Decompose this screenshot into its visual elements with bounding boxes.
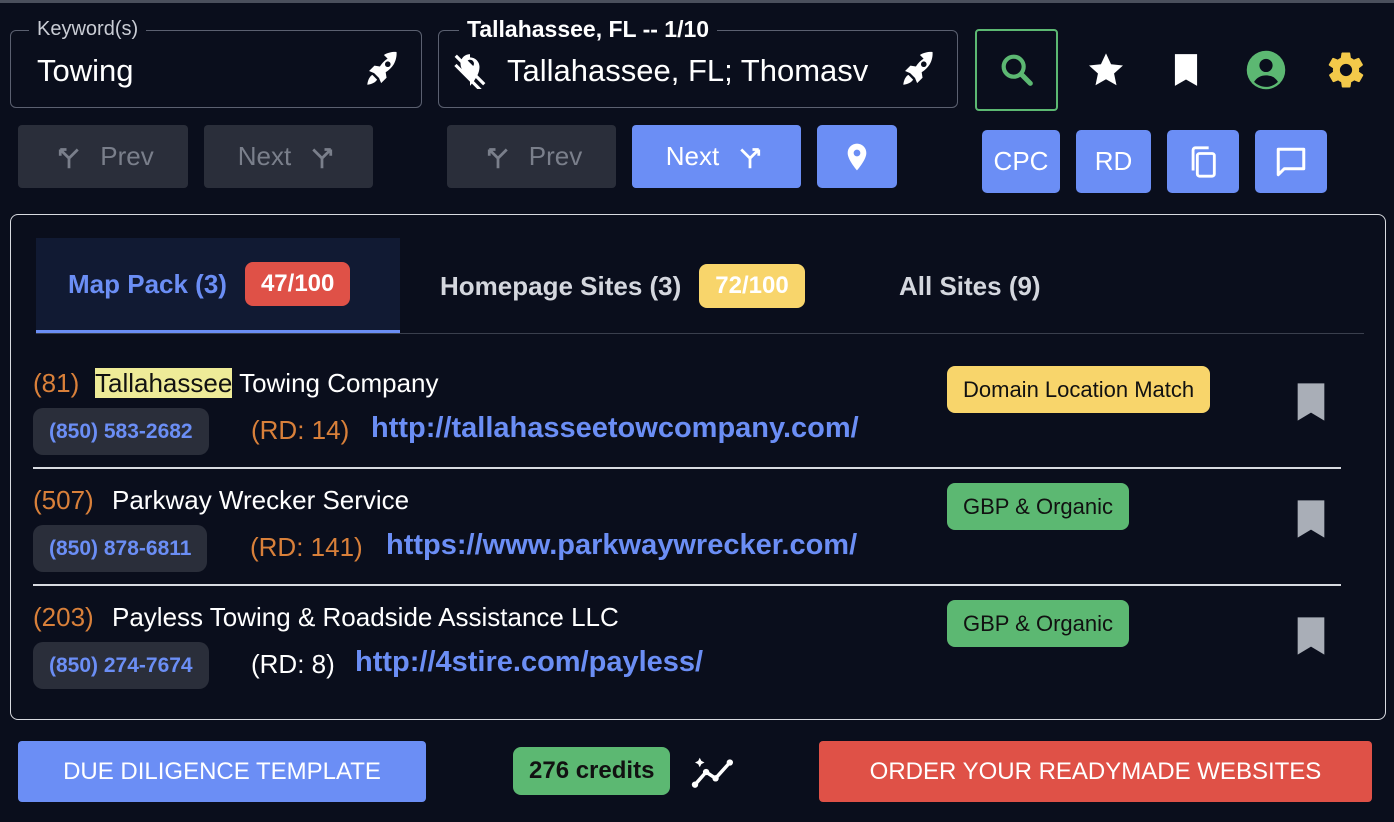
list-item: (507) Parkway Wrecker Service (850) 878-… bbox=[33, 469, 1363, 586]
order-websites-button[interactable]: ORDER YOUR READYMADE WEBSITES bbox=[819, 741, 1372, 802]
fork-right-icon bbox=[312, 147, 333, 168]
name-highlight: Tallahassee bbox=[95, 368, 233, 398]
fork-left-icon bbox=[59, 147, 79, 168]
fork-left-icon bbox=[487, 147, 508, 168]
map-pack-score-badge: 47/100 bbox=[244, 262, 351, 306]
bookmark-icon[interactable] bbox=[1295, 382, 1327, 422]
match-type-badge: GBP & Organic bbox=[947, 600, 1129, 647]
result-url-link[interactable]: https://www.parkwaywrecker.com/ bbox=[386, 529, 857, 562]
settings-button[interactable] bbox=[1322, 46, 1370, 94]
name-rest: Parkway Wrecker Service bbox=[112, 485, 410, 515]
name-rest: Towing Company bbox=[232, 368, 439, 398]
tab-all-sites[interactable]: All Sites (9) bbox=[899, 238, 1041, 334]
rd-value: (RD: 141) bbox=[250, 532, 363, 562]
copy-icon bbox=[1191, 145, 1216, 178]
match-type-badge: Domain Location Match bbox=[947, 366, 1211, 413]
rocket-icon[interactable] bbox=[361, 49, 403, 91]
comment-icon bbox=[1276, 147, 1306, 176]
cpc-button[interactable]: CPC bbox=[982, 130, 1060, 193]
bookmark-icon[interactable] bbox=[1295, 616, 1327, 656]
result-name[interactable]: Tallahassee Towing Company bbox=[95, 368, 439, 399]
list-item: (81) Tallahassee Towing Company (850) 58… bbox=[33, 352, 1363, 469]
keyword-next-label: Next bbox=[237, 141, 292, 171]
phone-badge[interactable]: (850) 878-6811 bbox=[33, 525, 208, 572]
location-next-label: Next bbox=[665, 141, 720, 171]
phone-badge[interactable]: (850) 274-7674 bbox=[33, 642, 209, 689]
name-rest: Payless Towing & Roadside Assistance LLC bbox=[112, 602, 619, 632]
bookmark-icon bbox=[1174, 54, 1198, 86]
match-type-badge: GBP & Organic bbox=[947, 483, 1129, 530]
due-diligence-template-button[interactable]: DUE DILIGENCE TEMPLATE bbox=[18, 741, 426, 802]
rd-button[interactable]: RD bbox=[1076, 130, 1151, 193]
result-url-link[interactable]: http://tallahasseetowcompany.com/ bbox=[371, 412, 859, 445]
keyword-input[interactable]: Towing bbox=[37, 53, 134, 89]
tab-homepage-sites-label: Homepage Sites (3) bbox=[440, 270, 682, 301]
account-button[interactable] bbox=[1242, 46, 1290, 94]
rd-value: (RD: 14) bbox=[251, 415, 350, 445]
homepage-score-badge: 72/100 bbox=[699, 264, 805, 308]
star-icon bbox=[1089, 53, 1123, 86]
results-panel: Map Pack (3) 47/100 Homepage Sites (3) 7… bbox=[10, 214, 1386, 720]
tab-map-pack-label: Map Pack (3) bbox=[68, 268, 227, 299]
keyword-prev-button[interactable]: Prev bbox=[18, 125, 188, 188]
keyword-prev-label: Prev bbox=[100, 141, 154, 171]
phone-badge[interactable]: (850) 583-2682 bbox=[33, 408, 209, 455]
keyword-next-button[interactable]: Next bbox=[204, 125, 373, 188]
favorites-button[interactable] bbox=[1082, 46, 1130, 94]
tab-map-pack[interactable]: Map Pack (3) 47/100 bbox=[36, 238, 400, 334]
result-name[interactable]: Parkway Wrecker Service bbox=[112, 485, 409, 516]
result-rank: (203) bbox=[33, 602, 94, 632]
trend-chart-icon[interactable] bbox=[690, 753, 738, 791]
result-rank: (507) bbox=[33, 485, 94, 515]
tabs-divider bbox=[36, 333, 1364, 334]
result-url-link[interactable]: http://4stire.com/payless/ bbox=[355, 646, 703, 679]
location-prev-button[interactable]: Prev bbox=[447, 125, 616, 188]
location-next-button[interactable]: Next bbox=[632, 125, 801, 188]
rd-value: (RD: 8) bbox=[251, 649, 335, 679]
bookmark-icon[interactable] bbox=[1295, 499, 1327, 539]
comment-button[interactable] bbox=[1255, 130, 1327, 193]
rocket-icon[interactable] bbox=[897, 49, 939, 91]
account-icon bbox=[1246, 50, 1286, 90]
location-field[interactable]: Tallahassee, FL -- 1/10 Tallahassee, FL;… bbox=[438, 16, 958, 108]
gear-icon bbox=[1328, 52, 1364, 88]
tab-all-sites-label: All Sites (9) bbox=[899, 270, 1041, 301]
saved-button[interactable] bbox=[1162, 46, 1210, 94]
search-button[interactable] bbox=[975, 29, 1058, 111]
location-off-icon[interactable] bbox=[451, 51, 489, 89]
keyword-field-legend: Keyword(s) bbox=[29, 18, 147, 41]
result-name[interactable]: Payless Towing & Roadside Assistance LLC bbox=[112, 602, 619, 633]
map-location-button[interactable] bbox=[817, 125, 897, 188]
window-top-border bbox=[0, 0, 1394, 3]
location-prev-label: Prev bbox=[528, 141, 583, 171]
map-pin-icon bbox=[847, 143, 867, 170]
result-rank: (81) bbox=[33, 368, 80, 398]
fork-right-icon bbox=[740, 147, 761, 168]
location-input[interactable]: Tallahassee, FL; Thomasv bbox=[507, 53, 877, 89]
keyword-field[interactable]: Keyword(s) Towing bbox=[10, 18, 422, 108]
tab-homepage-sites[interactable]: Homepage Sites (3) 72/100 bbox=[440, 238, 805, 334]
location-field-legend: Tallahassee, FL -- 1/10 bbox=[459, 16, 718, 43]
search-icon bbox=[1001, 54, 1033, 86]
credits-badge: 276 credits bbox=[513, 747, 671, 795]
copy-button[interactable] bbox=[1167, 130, 1239, 193]
list-item: (203) Payless Towing & Roadside Assistan… bbox=[33, 586, 1363, 703]
